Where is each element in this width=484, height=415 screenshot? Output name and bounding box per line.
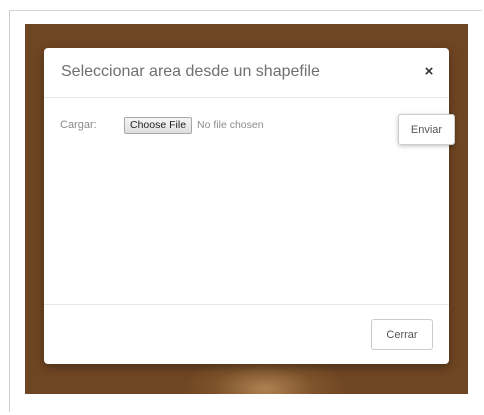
shapefile-modal: Seleccionar area desde un shapefile × Ca… bbox=[44, 48, 455, 364]
modal-title: Seleccionar area desde un shapefile bbox=[61, 63, 320, 80]
submit-button[interactable]: Enviar bbox=[398, 114, 455, 145]
file-status-text: No file chosen bbox=[197, 119, 264, 131]
choose-file-button[interactable]: Choose File bbox=[124, 116, 193, 134]
shapefile-file-input[interactable]: Choose File No file chosen bbox=[124, 116, 264, 134]
modal-header: Seleccionar area desde un shapefile × bbox=[44, 48, 449, 98]
upload-label: Cargar: bbox=[60, 119, 97, 131]
close-button[interactable]: Cerrar bbox=[371, 319, 433, 350]
close-icon[interactable]: × bbox=[420, 63, 438, 81]
modal-footer: Cerrar bbox=[44, 304, 449, 364]
